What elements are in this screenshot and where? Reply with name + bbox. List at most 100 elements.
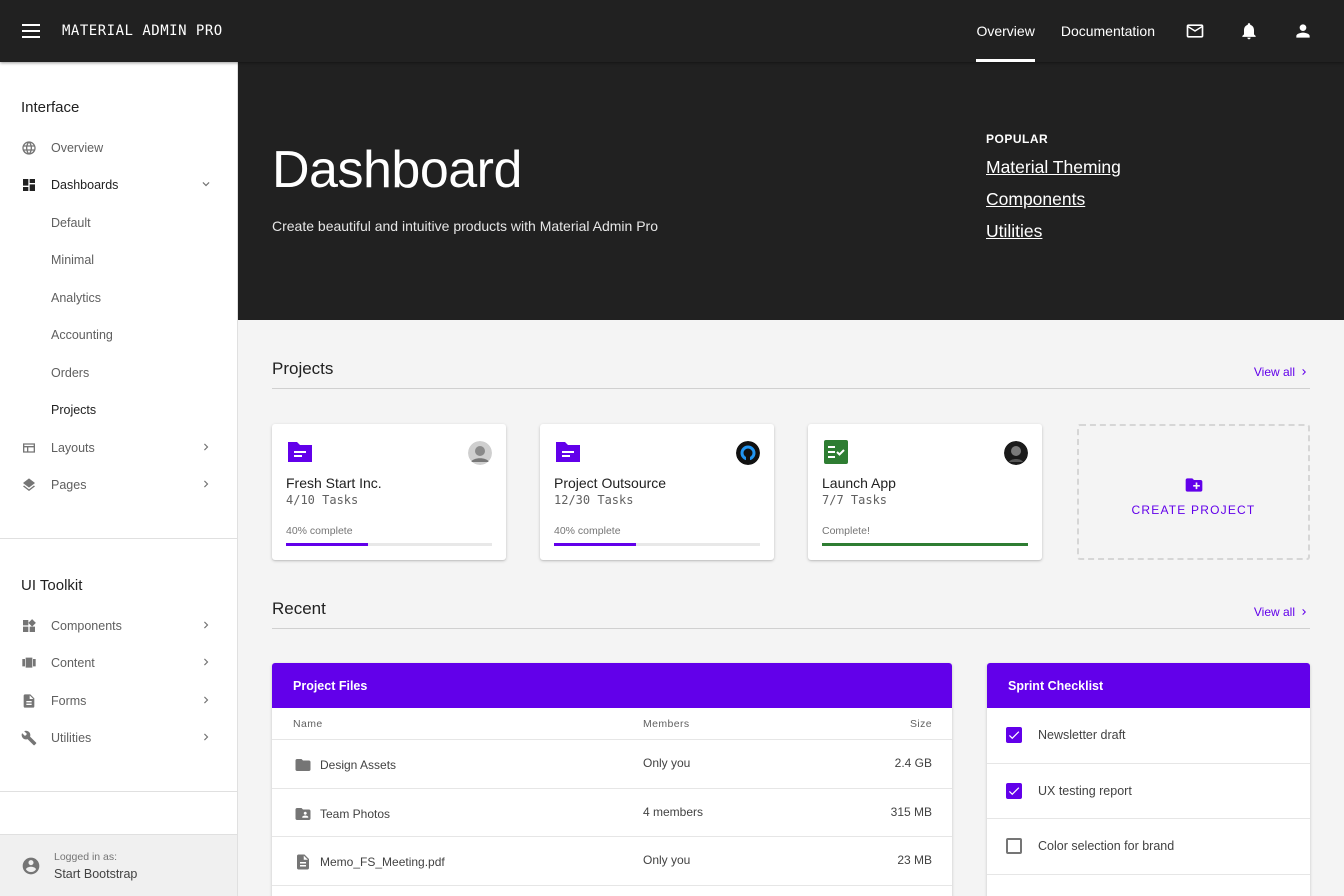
project-card[interactable]: Fresh Start Inc. 4/10 Tasks 40% complete <box>272 424 506 560</box>
sidebar-item-layouts[interactable]: Layouts <box>0 429 237 466</box>
sidebar-item-dashboards[interactable]: Dashboards <box>0 166 237 203</box>
sidebar-item-content[interactable]: Content <box>0 644 237 681</box>
sidebar-item-overview[interactable]: Overview <box>0 129 237 166</box>
create-project-button[interactable]: CREATE PROJECT <box>1077 424 1310 560</box>
sidebar-item-accounting[interactable]: Accounting <box>0 316 237 353</box>
popular-link-theming[interactable]: Material Theming <box>986 157 1121 178</box>
checklist-item[interactable]: Color selection for brand <box>987 819 1310 875</box>
checkbox-checked[interactable] <box>1006 727 1022 744</box>
project-files-title: Project Files <box>272 663 952 708</box>
project-name: Fresh Start Inc. <box>286 475 382 491</box>
popular-link-components[interactable]: Components <box>986 189 1085 210</box>
dashboard-icon <box>23 178 35 191</box>
document-icon <box>23 693 35 708</box>
file-size: 315 MB <box>890 804 932 819</box>
checklist-icon <box>824 440 848 464</box>
sidebar-item-label: Dashboards <box>51 177 119 192</box>
sidebar-item-projects[interactable]: Projects <box>0 391 237 428</box>
brand-title[interactable]: MATERIAL ADMIN PRO <box>62 23 223 39</box>
column-header-members[interactable]: Members <box>643 718 690 730</box>
checklist-label: UX testing report <box>1038 783 1132 798</box>
sidebar-item-analytics[interactable]: Analytics <box>0 279 237 316</box>
folder-icon <box>288 442 312 462</box>
project-status: Complete! <box>822 525 870 537</box>
sidebar-divider <box>0 538 237 539</box>
progress-bar <box>286 543 492 546</box>
avatar <box>468 441 492 465</box>
chevron-right-icon <box>204 443 209 451</box>
checklist-item[interactable]: UX testing report <box>987 764 1310 819</box>
menu-icon[interactable] <box>0 0 62 62</box>
logged-in-label: Logged in as: <box>54 850 118 863</box>
sidebar-item-label: Content <box>51 655 95 670</box>
sidebar-item-pages[interactable]: Pages <box>0 466 237 503</box>
chevron-right-icon <box>204 733 209 741</box>
checklist-item[interactable]: Newsletter draft <box>987 708 1310 764</box>
table-row[interactable]: Team Photos 4 members 315 MB <box>272 789 952 837</box>
project-files-card: Project Files Name Members Size Design A… <box>272 663 952 896</box>
sidebar-item-orders[interactable]: Orders <box>0 354 237 391</box>
projects-title: Projects <box>272 359 334 378</box>
logged-in-name: Start Bootstrap <box>54 866 138 881</box>
folder-icon <box>295 759 311 771</box>
project-name: Project Outsource <box>554 475 667 491</box>
chevron-down-icon <box>202 182 210 187</box>
sprint-checklist-title: Sprint Checklist <box>987 663 1310 708</box>
checkbox-checked[interactable] <box>1006 782 1022 799</box>
project-tasks: 4/10 Tasks <box>286 493 359 507</box>
check-icon <box>1008 731 1020 740</box>
checkbox-unchecked[interactable] <box>1006 838 1022 855</box>
project-status: 40% complete <box>554 525 621 537</box>
file-size: 2.4 GB <box>894 756 932 770</box>
sidebar-divider <box>0 791 237 792</box>
sidebar-item-default[interactable]: Default <box>0 204 237 241</box>
file-name: Team Photos <box>320 806 391 821</box>
popular-link-utilities[interactable]: Utilities <box>986 221 1042 242</box>
chevron-right-icon <box>204 658 209 666</box>
table-row[interactable]: Design Assets Only you 2.4 GB <box>272 740 952 789</box>
sidebar-item-label: Overview <box>51 140 104 155</box>
account-icon[interactable] <box>1276 0 1330 62</box>
progress-fill <box>554 543 637 546</box>
project-card[interactable]: Project Outsource 12/30 Tasks 40% comple… <box>540 424 774 560</box>
sidebar-heading-interface: Interface <box>21 99 80 116</box>
sidebar-item-forms[interactable]: Forms <box>0 682 237 719</box>
tab-documentation[interactable]: Documentation <box>1048 0 1168 62</box>
wrench-icon <box>21 730 37 745</box>
globe-icon <box>22 140 36 155</box>
avatar <box>736 441 760 465</box>
file-members: Only you <box>643 756 691 770</box>
tab-overview[interactable]: Overview <box>963 0 1047 62</box>
project-tasks: 7/7 Tasks <box>822 493 888 507</box>
sidebar-item-minimal[interactable]: Minimal <box>0 241 237 278</box>
project-name: Launch App <box>822 475 896 491</box>
file-name: Design Assets <box>320 758 397 772</box>
document-icon <box>297 854 309 870</box>
recent-title: Recent <box>272 599 326 618</box>
checklist-label: Color selection for brand <box>1038 839 1175 854</box>
projects-view-all-link[interactable]: View all <box>1254 365 1310 379</box>
column-header-size[interactable]: Size <box>910 718 932 730</box>
table-row[interactable]: Memo_FS_Meeting.pdf Only you 23 MB <box>272 837 952 886</box>
progress-fill <box>286 543 369 546</box>
sidebar-item-label: Pages <box>51 477 87 492</box>
project-card[interactable]: Launch App 7/7 Tasks Complete! <box>808 424 1042 560</box>
view-all-label: View all <box>1253 605 1295 619</box>
page-header: Dashboard Create beautiful and intuitive… <box>238 62 1344 320</box>
layers-icon <box>23 477 35 491</box>
carousel-icon <box>22 657 36 668</box>
bell-icon[interactable] <box>1222 0 1276 62</box>
sidebar-item-components[interactable]: Components <box>0 607 237 644</box>
recent-view-all-link[interactable]: View all <box>1254 605 1310 619</box>
checklist-label: Newsletter draft <box>1038 728 1126 743</box>
column-header-name[interactable]: Name <box>293 718 323 730</box>
table-header: Name Members Size <box>272 708 952 740</box>
chevron-right-icon <box>1302 369 1306 375</box>
account-circle-icon <box>22 857 40 874</box>
file-members: Only you <box>643 853 691 867</box>
chevron-right-icon <box>204 480 209 488</box>
chevron-right-icon <box>1302 609 1306 615</box>
sidebar-item-utilities[interactable]: Utilities <box>0 719 237 756</box>
sidebar: Interface Overview Dashboards Default Mi… <box>0 62 238 896</box>
mail-icon[interactable] <box>1168 0 1222 62</box>
